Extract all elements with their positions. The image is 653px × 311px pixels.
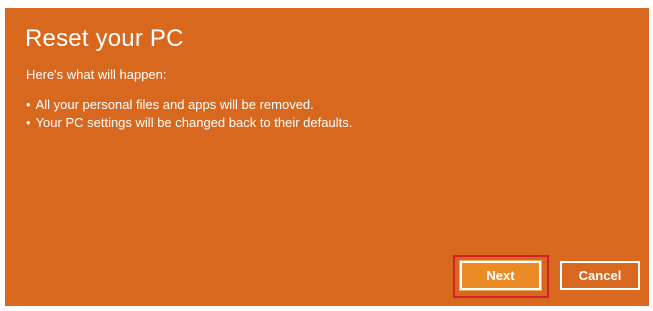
dialog-title: Reset your PC <box>25 25 184 52</box>
list-item: All your personal files and apps will be… <box>26 96 352 114</box>
consequence-list: All your personal files and apps will be… <box>26 96 353 132</box>
cancel-button[interactable]: Cancel <box>560 261 640 290</box>
intro-text: Here's what will happen: <box>26 67 167 82</box>
list-item-text: All your personal files and apps will be… <box>35 97 314 112</box>
list-item: Your PC settings will be changed back to… <box>26 114 353 132</box>
next-button[interactable]: Next <box>459 260 542 291</box>
reset-pc-dialog: Reset your PC Here's what will happen: A… <box>5 8 649 306</box>
list-item-text: Your PC settings will be changed back to… <box>35 115 353 130</box>
